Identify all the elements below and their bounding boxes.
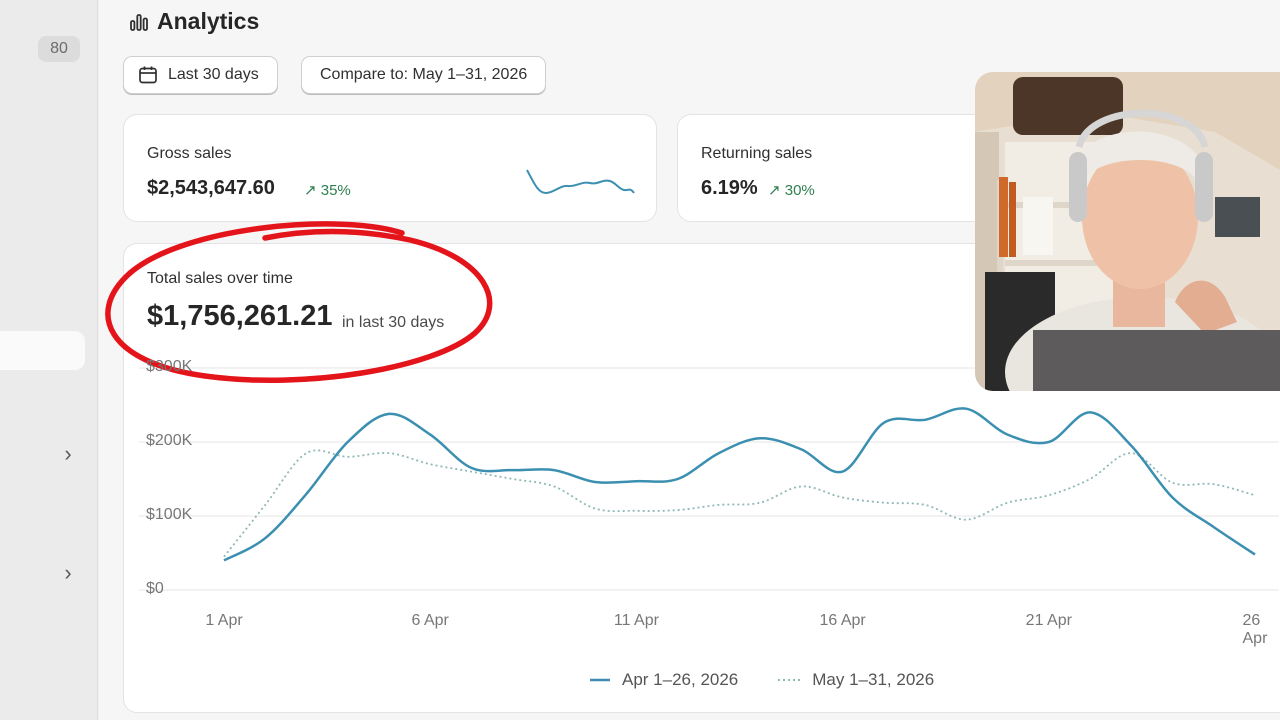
y-tick-label: $300K	[146, 358, 193, 375]
main-content: Analytics Last 30 days Compare to: May 1…	[99, 0, 1280, 720]
legend-solid-swatch	[590, 678, 610, 682]
y-tick-label: $200K	[146, 432, 193, 449]
x-tick-label: 16 Apr	[819, 612, 866, 629]
legend-dotted-swatch	[778, 679, 801, 681]
x-tick-label: 11 Apr	[613, 612, 659, 629]
sidebar-item-active[interactable]	[0, 331, 85, 370]
x-tick-label: 26 Apr	[1242, 612, 1268, 647]
presenter-video	[975, 72, 1280, 391]
y-tick-label: $0	[146, 580, 164, 597]
series-line-comparison	[223, 449, 1256, 558]
legend-item-comparison: May 1–31, 2026	[812, 670, 935, 689]
chart-legend: Apr 1–26, 2026 May 1–31, 2026	[590, 670, 934, 690]
chevron-right-icon[interactable]: ›	[58, 443, 78, 465]
x-tick-label: 21 Apr	[1025, 612, 1072, 629]
x-tick-label: 6 Apr	[411, 612, 449, 629]
webcam-overlay	[975, 72, 1280, 391]
series-line-current	[223, 407, 1256, 562]
chevron-right-icon[interactable]: ›	[58, 562, 78, 584]
x-tick-label: 1 Apr	[205, 612, 243, 629]
y-tick-label: $100K	[146, 506, 193, 523]
sidebar: 80 › ›	[0, 0, 98, 720]
count-badge: 80	[38, 36, 80, 62]
legend-item-current: Apr 1–26, 2026	[622, 670, 739, 689]
